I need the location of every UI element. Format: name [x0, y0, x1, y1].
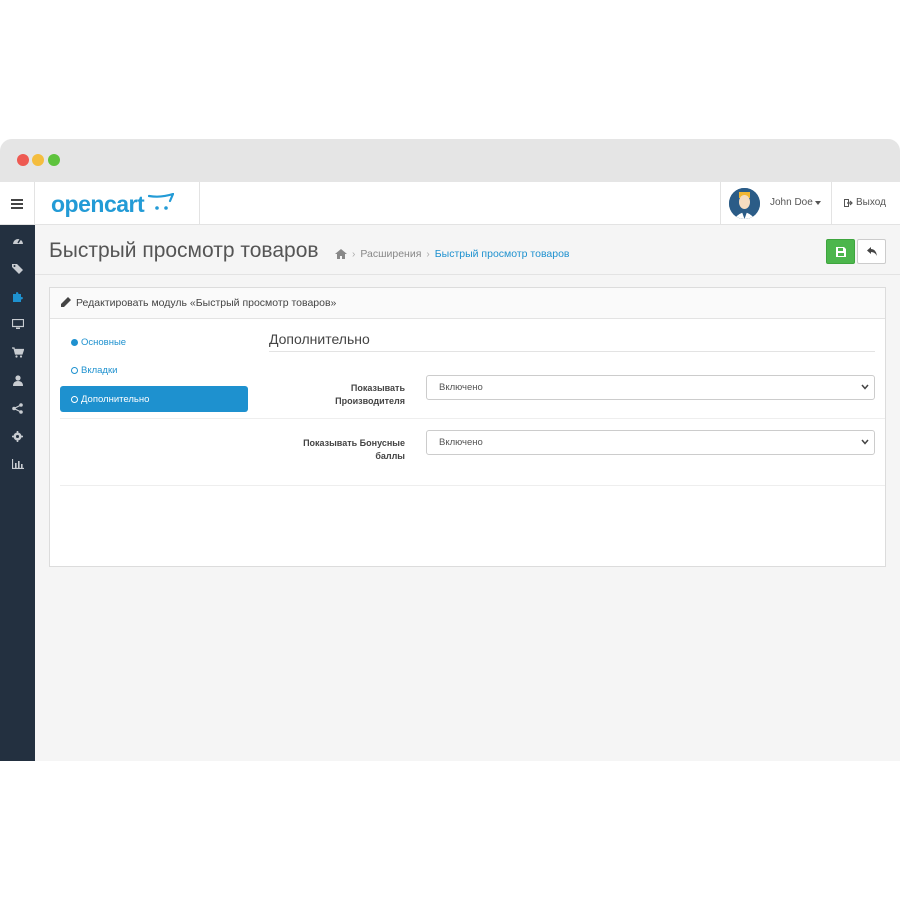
sidebar-item-design[interactable]: [0, 310, 35, 338]
user-icon: [12, 374, 23, 386]
sidebar-item-sales[interactable]: [0, 338, 35, 366]
select-value: Включено: [439, 437, 483, 448]
field-label-manufacturer: Показывать Производителя: [335, 383, 405, 406]
circle-outline-icon: [71, 366, 78, 374]
cart-icon: [11, 346, 24, 358]
panel-heading: Редактировать модуль «Быстрый просмотр т…: [50, 288, 885, 319]
tab-label: Вкладки: [81, 364, 118, 376]
tab-additional[interactable]: Дополнительно: [60, 386, 248, 412]
circle-outline-icon: [71, 395, 78, 403]
show-bonus-points-select[interactable]: Включено: [426, 430, 875, 455]
tab-label: Основные: [81, 336, 127, 348]
user-name: John Doe: [770, 197, 813, 208]
save-button[interactable]: [826, 239, 855, 264]
cart-logo-icon: [148, 193, 174, 210]
browser-titlebar: [0, 139, 900, 182]
breadcrumb-separator: ›: [426, 248, 430, 260]
hamburger-icon: [11, 198, 23, 209]
breadcrumb-extensions[interactable]: Расширения: [360, 248, 421, 260]
desktop-icon: [11, 318, 24, 329]
home-icon[interactable]: [335, 249, 347, 259]
sidebar-item-dashboard[interactable]: [0, 226, 35, 254]
field-label-bonus-points: Показывать Бонусные баллы: [303, 438, 405, 461]
reply-icon: [866, 247, 877, 256]
breadcrumb: › Расширения › Быстрый просмотр товаров: [335, 248, 570, 260]
sign-out-icon: [844, 198, 853, 207]
main-content: Быстрый просмотр товаров › Расширения › …: [35, 225, 900, 761]
user-menu[interactable]: John Doe: [720, 182, 832, 225]
show-manufacturer-select[interactable]: Включено: [426, 375, 875, 400]
tab-tabs[interactable]: Вкладки: [60, 357, 248, 383]
dashboard-icon: [12, 238, 23, 244]
chevron-down-icon: [861, 384, 869, 390]
avatar: [729, 188, 760, 219]
tags-icon: [11, 263, 23, 274]
close-window-button[interactable]: [17, 154, 29, 166]
chevron-down-icon: [861, 439, 869, 445]
row-divider: [60, 485, 885, 486]
section-divider: [269, 351, 875, 352]
logo-text: opencart: [51, 191, 145, 217]
page-header: Быстрый просмотр товаров › Расширения › …: [35, 225, 900, 275]
browser-window: opencart John Doe Выход Быстрый просмотр…: [0, 139, 900, 761]
share-icon: [12, 402, 23, 414]
pencil-icon: [61, 297, 71, 307]
breadcrumb-current[interactable]: Быстрый просмотр товаров: [435, 248, 570, 260]
module-panel: Редактировать модуль «Быстрый просмотр т…: [49, 287, 886, 567]
tab-main[interactable]: Основные: [60, 329, 248, 355]
menu-toggle-button[interactable]: [0, 182, 35, 225]
logout-label: Выход: [856, 197, 886, 208]
sidebar-item-extensions[interactable]: [0, 282, 35, 310]
cog-icon: [12, 430, 23, 442]
chevron-down-icon: [815, 201, 821, 205]
bar-chart-icon: [11, 459, 24, 469]
page-title: Быстрый просмотр товаров: [49, 239, 319, 262]
maximize-window-button[interactable]: [48, 154, 60, 166]
sidebar: [0, 225, 35, 761]
breadcrumb-separator: ›: [352, 248, 356, 260]
opencart-logo[interactable]: opencart: [35, 182, 200, 225]
panel-title: Редактировать модуль «Быстрый просмотр т…: [76, 297, 337, 309]
sidebar-item-reports[interactable]: [0, 450, 35, 478]
sidebar-item-system[interactable]: [0, 422, 35, 450]
save-icon: [835, 246, 846, 257]
select-value: Включено: [439, 382, 483, 393]
puzzle-icon: [12, 291, 23, 302]
section-title: Дополнительно: [269, 331, 370, 347]
admin-header: opencart John Doe Выход: [0, 182, 900, 225]
circle-filled-icon: [71, 338, 78, 346]
back-button[interactable]: [857, 239, 886, 264]
tab-label: Дополнительно: [81, 393, 150, 405]
logout-link[interactable]: Выход: [844, 197, 886, 208]
sidebar-item-marketing[interactable]: [0, 394, 35, 422]
sidebar-item-catalog[interactable]: [0, 254, 35, 282]
sidebar-item-customers[interactable]: [0, 366, 35, 394]
minimize-window-button[interactable]: [32, 154, 44, 166]
row-divider: [60, 418, 885, 419]
